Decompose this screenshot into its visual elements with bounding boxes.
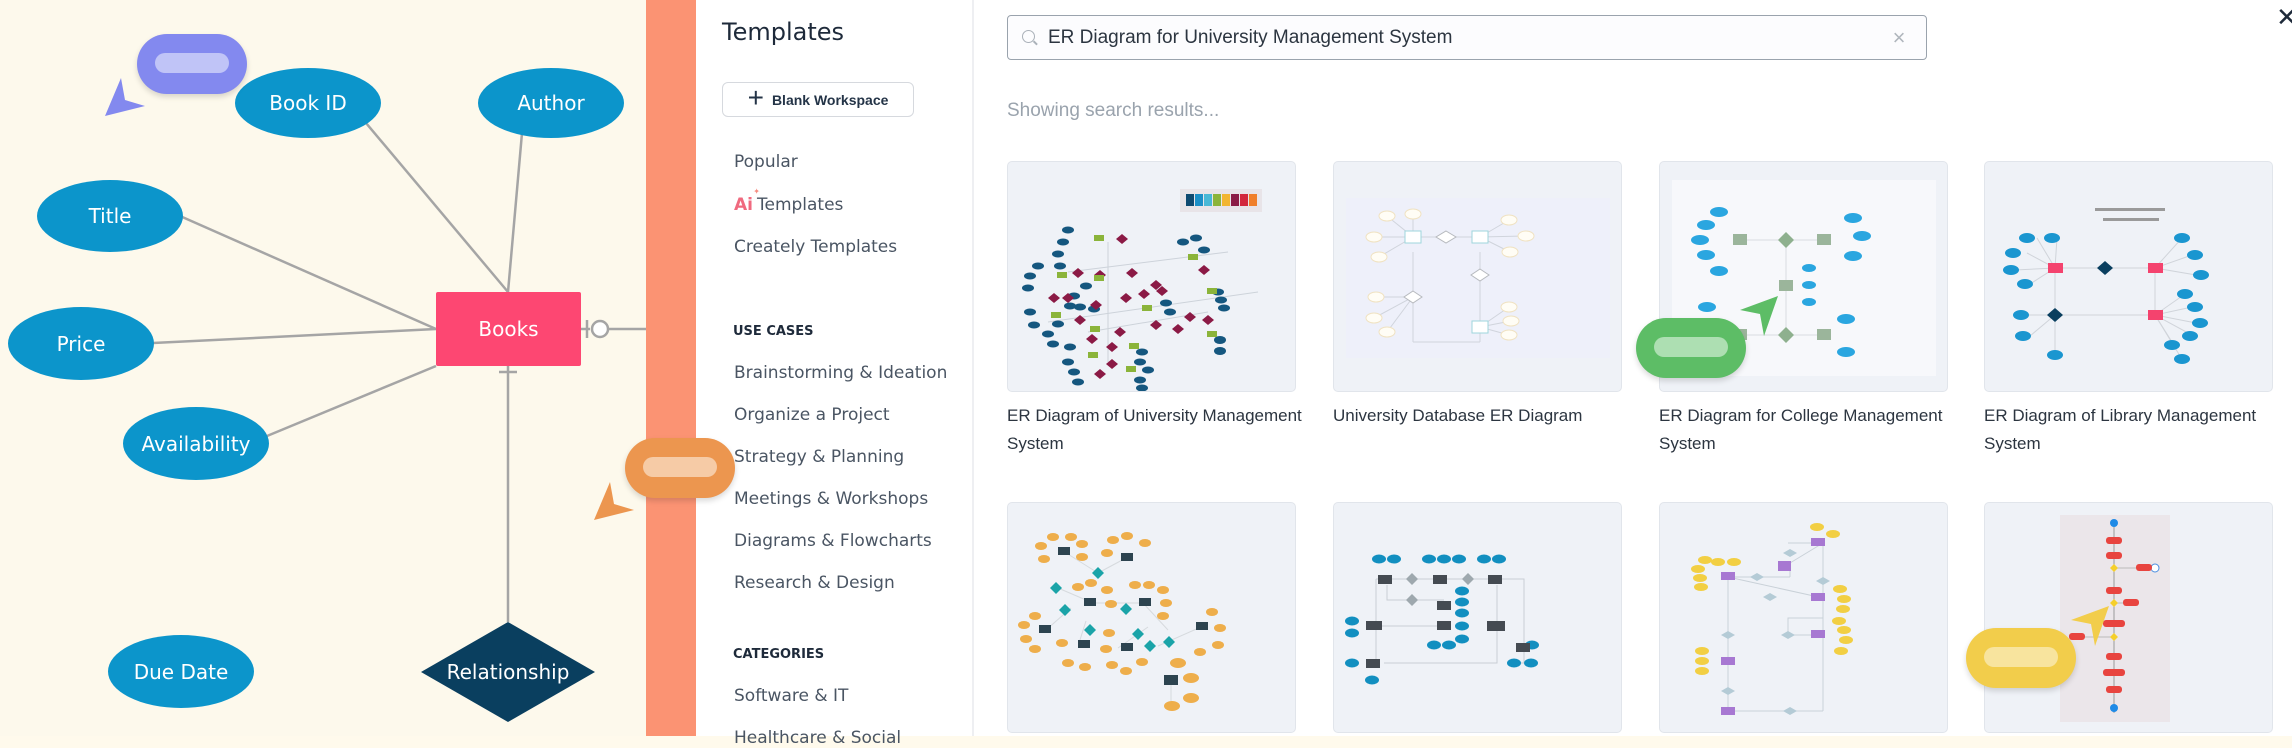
attribute-availability[interactable]: Availability — [123, 407, 269, 480]
cursor-arrow-icon — [1740, 296, 1778, 336]
template-thumbnail — [2003, 208, 2209, 364]
collaborator-cursor-label — [1636, 318, 1746, 378]
template-card-title[interactable]: ER Diagram of University Management Syst… — [1007, 402, 1302, 458]
sidebar-item-use-case[interactable]: Brainstorming & Ideation — [734, 363, 947, 383]
template-card-title[interactable]: University Database ER Diagram — [1333, 402, 1628, 430]
search-icon — [1022, 29, 1038, 46]
cursor-arrow-icon — [2071, 606, 2109, 646]
attribute-price[interactable]: Price — [8, 307, 154, 380]
template-card[interactable] — [1333, 161, 1622, 392]
collaborator-cursor-label — [1966, 628, 2076, 688]
template-thumbnail — [1345, 554, 1539, 685]
cursor-arrow-icon — [594, 482, 634, 520]
diagram-canvas[interactable]: Book ID Author Title Price Availability … — [0, 0, 646, 736]
templates-sidebar: Templates + Blank Workspace Popular AiTe… — [696, 0, 974, 748]
template-thumbnail — [1018, 532, 1226, 711]
template-card[interactable] — [1333, 502, 1622, 733]
template-card[interactable] — [1659, 502, 1948, 733]
sidebar-item-ai-templates[interactable]: AiTemplates — [734, 195, 843, 215]
cursor-arrow-icon — [105, 78, 145, 116]
sidebar-item-use-case[interactable]: Research & Design — [734, 573, 895, 593]
relationship-label: Relationship — [446, 660, 570, 684]
connector-availability — [266, 364, 437, 438]
template-card-title[interactable]: ER Diagram for College Management System — [1659, 402, 1954, 458]
sidebar-item-label: Templates — [756, 195, 844, 215]
sidebar-item-use-case[interactable]: Organize a Project — [734, 405, 890, 425]
ai-icon: Ai — [734, 195, 753, 215]
entity-books[interactable]: Books — [436, 292, 581, 366]
attribute-title[interactable]: Title — [37, 180, 183, 252]
search-input[interactable] — [1046, 15, 1884, 60]
categories-heading: CATEGORIES — [733, 647, 825, 662]
connector-bookid — [365, 122, 509, 293]
collaborator-cursor-label — [625, 438, 735, 498]
use-cases-heading: USE CASES — [733, 324, 814, 339]
panel-edge-bar — [646, 0, 696, 736]
template-thumbnail — [1022, 189, 1262, 391]
plus-icon: + — [747, 82, 764, 113]
sidebar-item-creately-templates[interactable]: Creately Templates — [734, 237, 897, 257]
attribute-book-id[interactable]: Book ID — [235, 68, 381, 138]
sidebar-title: Templates — [722, 18, 845, 46]
sidebar-item-use-case[interactable]: Meetings & Workshops — [734, 489, 928, 509]
blank-workspace-button[interactable]: + Blank Workspace — [722, 82, 914, 117]
collaborator-cursor-label — [137, 34, 247, 94]
sidebar-item-category[interactable]: Healthcare & Social — [734, 728, 901, 748]
clear-icon[interactable]: × — [1884, 25, 1914, 51]
sidebar-item-use-case[interactable]: Strategy & Planning — [734, 447, 904, 467]
template-thumbnail — [1691, 523, 1853, 715]
zero-marker — [590, 319, 610, 339]
attribute-author[interactable]: Author — [478, 68, 624, 138]
search-status: Showing search results... — [1007, 100, 1220, 121]
connector-author — [506, 132, 524, 293]
sidebar-item-use-case[interactable]: Diagrams & Flowcharts — [734, 531, 932, 551]
connector-price — [152, 327, 437, 345]
template-card[interactable] — [1007, 502, 1296, 733]
template-card-title[interactable]: ER Diagram of Library Management System — [1984, 402, 2279, 458]
template-thumbnail — [2060, 515, 2170, 722]
close-icon[interactable]: ✕ — [2276, 2, 2292, 33]
template-card[interactable] — [1007, 161, 1296, 392]
blank-workspace-label: Blank Workspace — [771, 91, 889, 108]
template-card[interactable] — [1984, 502, 2273, 733]
connector-title — [179, 214, 437, 331]
sidebar-item-popular[interactable]: Popular — [734, 152, 798, 172]
search-bar[interactable]: × — [1007, 15, 1927, 60]
template-thumbnail — [1346, 198, 1610, 358]
template-card[interactable] — [1984, 161, 2273, 392]
sidebar-item-category[interactable]: Software & IT — [734, 686, 848, 706]
attribute-due-date[interactable]: Due Date — [108, 635, 254, 708]
